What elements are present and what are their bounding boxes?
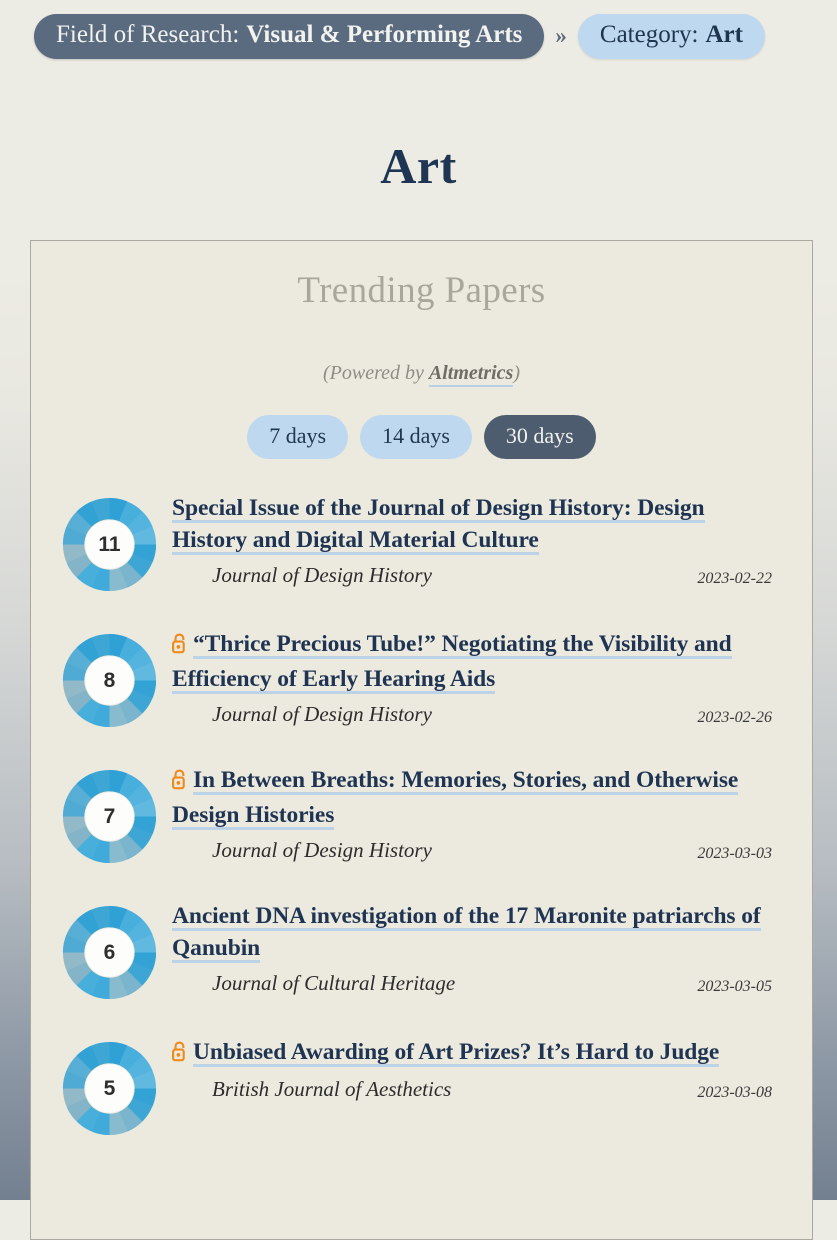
paper-title-text: Special Issue of the Journal of Design H…: [172, 495, 705, 556]
timeframe-filters: 7 days 14 days 30 days: [31, 415, 812, 459]
paper-row[interactable]: 5 Unbiased Awarding of Art Prizes? It’s H…: [31, 1025, 812, 1161]
paper-title-link[interactable]: Special Issue of the Journal of Design H…: [172, 492, 782, 557]
paper-meta: Journal of Design History 2023-03-03: [172, 838, 782, 863]
paper-title-text: Ancient DNA investigation of the 17 Maro…: [172, 903, 761, 964]
altmetric-donut-icon[interactable]: 7: [61, 768, 158, 865]
paper-date: 2023-02-22: [697, 569, 772, 587]
paper-title-link[interactable]: In Between Breaths: Memories, Stories, a…: [172, 764, 782, 832]
paper-title-text: Unbiased Awarding of Art Prizes? It’s Ha…: [193, 1039, 720, 1067]
paper-journal: British Journal of Aesthetics: [212, 1077, 452, 1102]
altmetrics-link[interactable]: Altmetrics: [428, 362, 514, 387]
paper-body: In Between Breaths: Memories, Stories, a…: [172, 762, 782, 863]
paper-date: 2023-03-05: [697, 977, 772, 995]
altmetric-donut-icon[interactable]: 8: [61, 632, 158, 729]
breadcrumb-category-label: Category:: [599, 21, 699, 48]
timeframe-filter-14-days[interactable]: 14 days: [360, 415, 472, 459]
paper-row[interactable]: 6 Ancient DNA investigation of the 17 Mar…: [31, 889, 812, 1025]
trending-papers-card: Trending Papers (Powered by Altmetrics) …: [30, 240, 813, 1240]
breadcrumb-category-value: Art: [705, 21, 743, 48]
paper-body: “Thrice Precious Tube!” Negotiating the …: [172, 626, 782, 727]
paper-meta: Journal of Design History 2023-02-22: [172, 563, 782, 588]
paper-row[interactable]: 11 Special Issue of the Journal of Design…: [31, 481, 812, 617]
open-access-lock-icon: [172, 1039, 189, 1071]
paper-journal: Journal of Cultural Heritage: [212, 970, 456, 995]
paper-date: 2023-02-26: [697, 708, 772, 726]
paper-journal: Journal of Design History: [212, 701, 432, 726]
paper-meta: Journal of Design History 2023-02-26: [172, 702, 782, 727]
card-heading: Trending Papers: [297, 270, 546, 311]
altmetric-donut-icon[interactable]: 6: [61, 904, 158, 1001]
paper-title-link[interactable]: Unbiased Awarding of Art Prizes? It’s Ha…: [172, 1036, 782, 1071]
paper-body: Ancient DNA investigation of the 17 Maro…: [172, 898, 782, 996]
paper-meta: British Journal of Aesthetics 2023-03-08: [172, 1077, 782, 1102]
breadcrumb-separator-icon: »: [555, 23, 567, 49]
altmetric-score: 11: [98, 532, 121, 556]
paper-journal: Journal of Design History: [212, 562, 432, 587]
altmetric-score: 5: [103, 1076, 116, 1100]
breadcrumb-field-label: Field of Research:: [56, 21, 240, 48]
open-access-lock-icon: [172, 767, 189, 799]
paper-date: 2023-03-08: [697, 1084, 772, 1102]
open-access-lock-icon: [172, 631, 189, 663]
timeframe-filter-7-days[interactable]: 7 days: [247, 415, 349, 459]
breadcrumb-field-of-research[interactable]: Field of Research: Visual & Performing A…: [34, 14, 545, 59]
powered-by-line: (Powered by Altmetrics): [31, 362, 812, 387]
paper-row[interactable]: 7 In Between Breaths: Memories, Stories, …: [31, 753, 812, 889]
powered-by-suffix: ): [513, 362, 520, 384]
papers-list: 11 Special Issue of the Journal of Design…: [31, 481, 812, 1161]
paper-journal: Journal of Design History: [212, 837, 432, 862]
breadcrumb-category[interactable]: Category: Art: [577, 14, 765, 59]
paper-title-link[interactable]: Ancient DNA investigation of the 17 Maro…: [172, 900, 782, 965]
altmetric-score: 8: [103, 668, 116, 692]
altmetric-donut-icon[interactable]: 5: [61, 1040, 158, 1137]
paper-body: Special Issue of the Journal of Design H…: [172, 490, 782, 588]
paper-date: 2023-03-03: [697, 844, 772, 862]
timeframe-filter-30-days[interactable]: 30 days: [483, 415, 596, 459]
paper-title-text: “Thrice Precious Tube!” Negotiating the …: [172, 631, 732, 695]
altmetric-score: 6: [103, 940, 116, 964]
altmetric-score: 7: [103, 804, 116, 828]
powered-by-prefix: (Powered by: [322, 362, 429, 384]
paper-meta: Journal of Cultural Heritage 2023-03-05: [172, 971, 782, 996]
page-title: Art: [380, 137, 457, 194]
paper-title-link[interactable]: “Thrice Precious Tube!” Negotiating the …: [172, 628, 782, 696]
altmetric-donut-icon[interactable]: 11: [61, 496, 158, 593]
paper-body: Unbiased Awarding of Art Prizes? It’s Ha…: [172, 1034, 782, 1102]
breadcrumb-field-value: Visual & Performing Arts: [246, 21, 523, 48]
breadcrumb: Field of Research: Visual & Performing A…: [0, 0, 837, 59]
paper-title-text: In Between Breaths: Memories, Stories, a…: [172, 767, 739, 831]
paper-row[interactable]: 8 “Thrice Precious Tube!” Negotiating the…: [31, 617, 812, 753]
